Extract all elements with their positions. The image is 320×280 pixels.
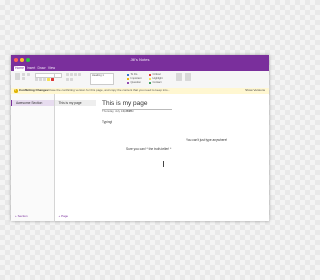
todo-tag-icon bbox=[127, 73, 130, 76]
indent-icon[interactable] bbox=[78, 73, 81, 76]
star-icon bbox=[127, 77, 130, 80]
highlight-icon bbox=[149, 77, 152, 80]
text-cursor bbox=[162, 161, 164, 167]
paste-icon[interactable] bbox=[15, 73, 20, 80]
notification-message: Close the conflicting version for this p… bbox=[48, 88, 171, 93]
page-list-item[interactable]: This is my page bbox=[54, 100, 96, 106]
add-section-button[interactable]: + Section bbox=[15, 214, 28, 218]
heading-style-label: Heading 1 bbox=[92, 74, 104, 77]
note-type-anywhere[interactable]: You can't just type anywhere! bbox=[186, 138, 227, 142]
question-icon bbox=[127, 81, 130, 84]
ribbon-tabs: Home Insert Draw View bbox=[11, 64, 269, 71]
tag-contact[interactable]: Contact bbox=[153, 81, 162, 84]
onenote-window: Jill's Notes Home Insert Draw View Headi… bbox=[11, 55, 269, 221]
italic-icon[interactable] bbox=[39, 78, 42, 81]
tag-highlight[interactable]: Highlight bbox=[153, 77, 163, 80]
align-icon[interactable] bbox=[66, 78, 69, 81]
font-size-select[interactable] bbox=[54, 73, 62, 78]
title-bar: Jill's Notes bbox=[11, 55, 269, 64]
note-typing[interactable]: Typing! bbox=[102, 120, 112, 124]
meeting-details-icon[interactable] bbox=[185, 73, 191, 81]
page-canvas[interactable]: This is my page Thursday, July 14, 2016 … bbox=[96, 94, 269, 221]
clear-formatting-icon[interactable] bbox=[70, 78, 73, 81]
ribbon-toolbar: Heading 1 To Do Important Question Criti… bbox=[11, 71, 269, 89]
add-page-button[interactable]: + Page bbox=[59, 214, 69, 218]
cut-icon[interactable] bbox=[22, 73, 25, 76]
numbering-icon[interactable] bbox=[70, 73, 73, 76]
tag-important[interactable]: Important bbox=[131, 77, 142, 80]
note-truth-teller[interactable]: Sure you can! * the truth-teller! * bbox=[126, 147, 171, 151]
window-title: Jill's Notes bbox=[130, 56, 150, 62]
warning-icon: ! bbox=[14, 88, 18, 93]
notification-title: Conflicting Changes bbox=[19, 88, 49, 93]
format-painter-icon[interactable] bbox=[27, 73, 30, 76]
highlight-color-icon[interactable] bbox=[47, 78, 50, 81]
todo-checkbox-icon[interactable] bbox=[176, 73, 182, 81]
page-title[interactable]: This is my page bbox=[102, 100, 148, 108]
sections-pane: Awesome Section + Section bbox=[11, 94, 55, 221]
outdent-icon[interactable] bbox=[74, 73, 77, 76]
font-color-icon[interactable] bbox=[51, 78, 54, 81]
underline-icon[interactable] bbox=[43, 78, 46, 81]
page-time: 4:28 PM bbox=[123, 109, 134, 113]
critical-icon bbox=[149, 73, 152, 76]
section-item[interactable]: Awesome Section bbox=[11, 100, 54, 106]
bold-icon[interactable] bbox=[35, 78, 38, 81]
contact-icon bbox=[149, 81, 152, 84]
tag-question[interactable]: Question bbox=[131, 81, 141, 84]
tag-todo[interactable]: To Do bbox=[131, 73, 138, 76]
bullets-icon[interactable] bbox=[66, 73, 69, 76]
pages-pane: This is my page + Page bbox=[54, 94, 97, 221]
copy-icon[interactable] bbox=[22, 77, 25, 80]
tag-critical[interactable]: Critical bbox=[153, 73, 161, 76]
show-versions-button[interactable]: Show Versions bbox=[245, 89, 265, 93]
